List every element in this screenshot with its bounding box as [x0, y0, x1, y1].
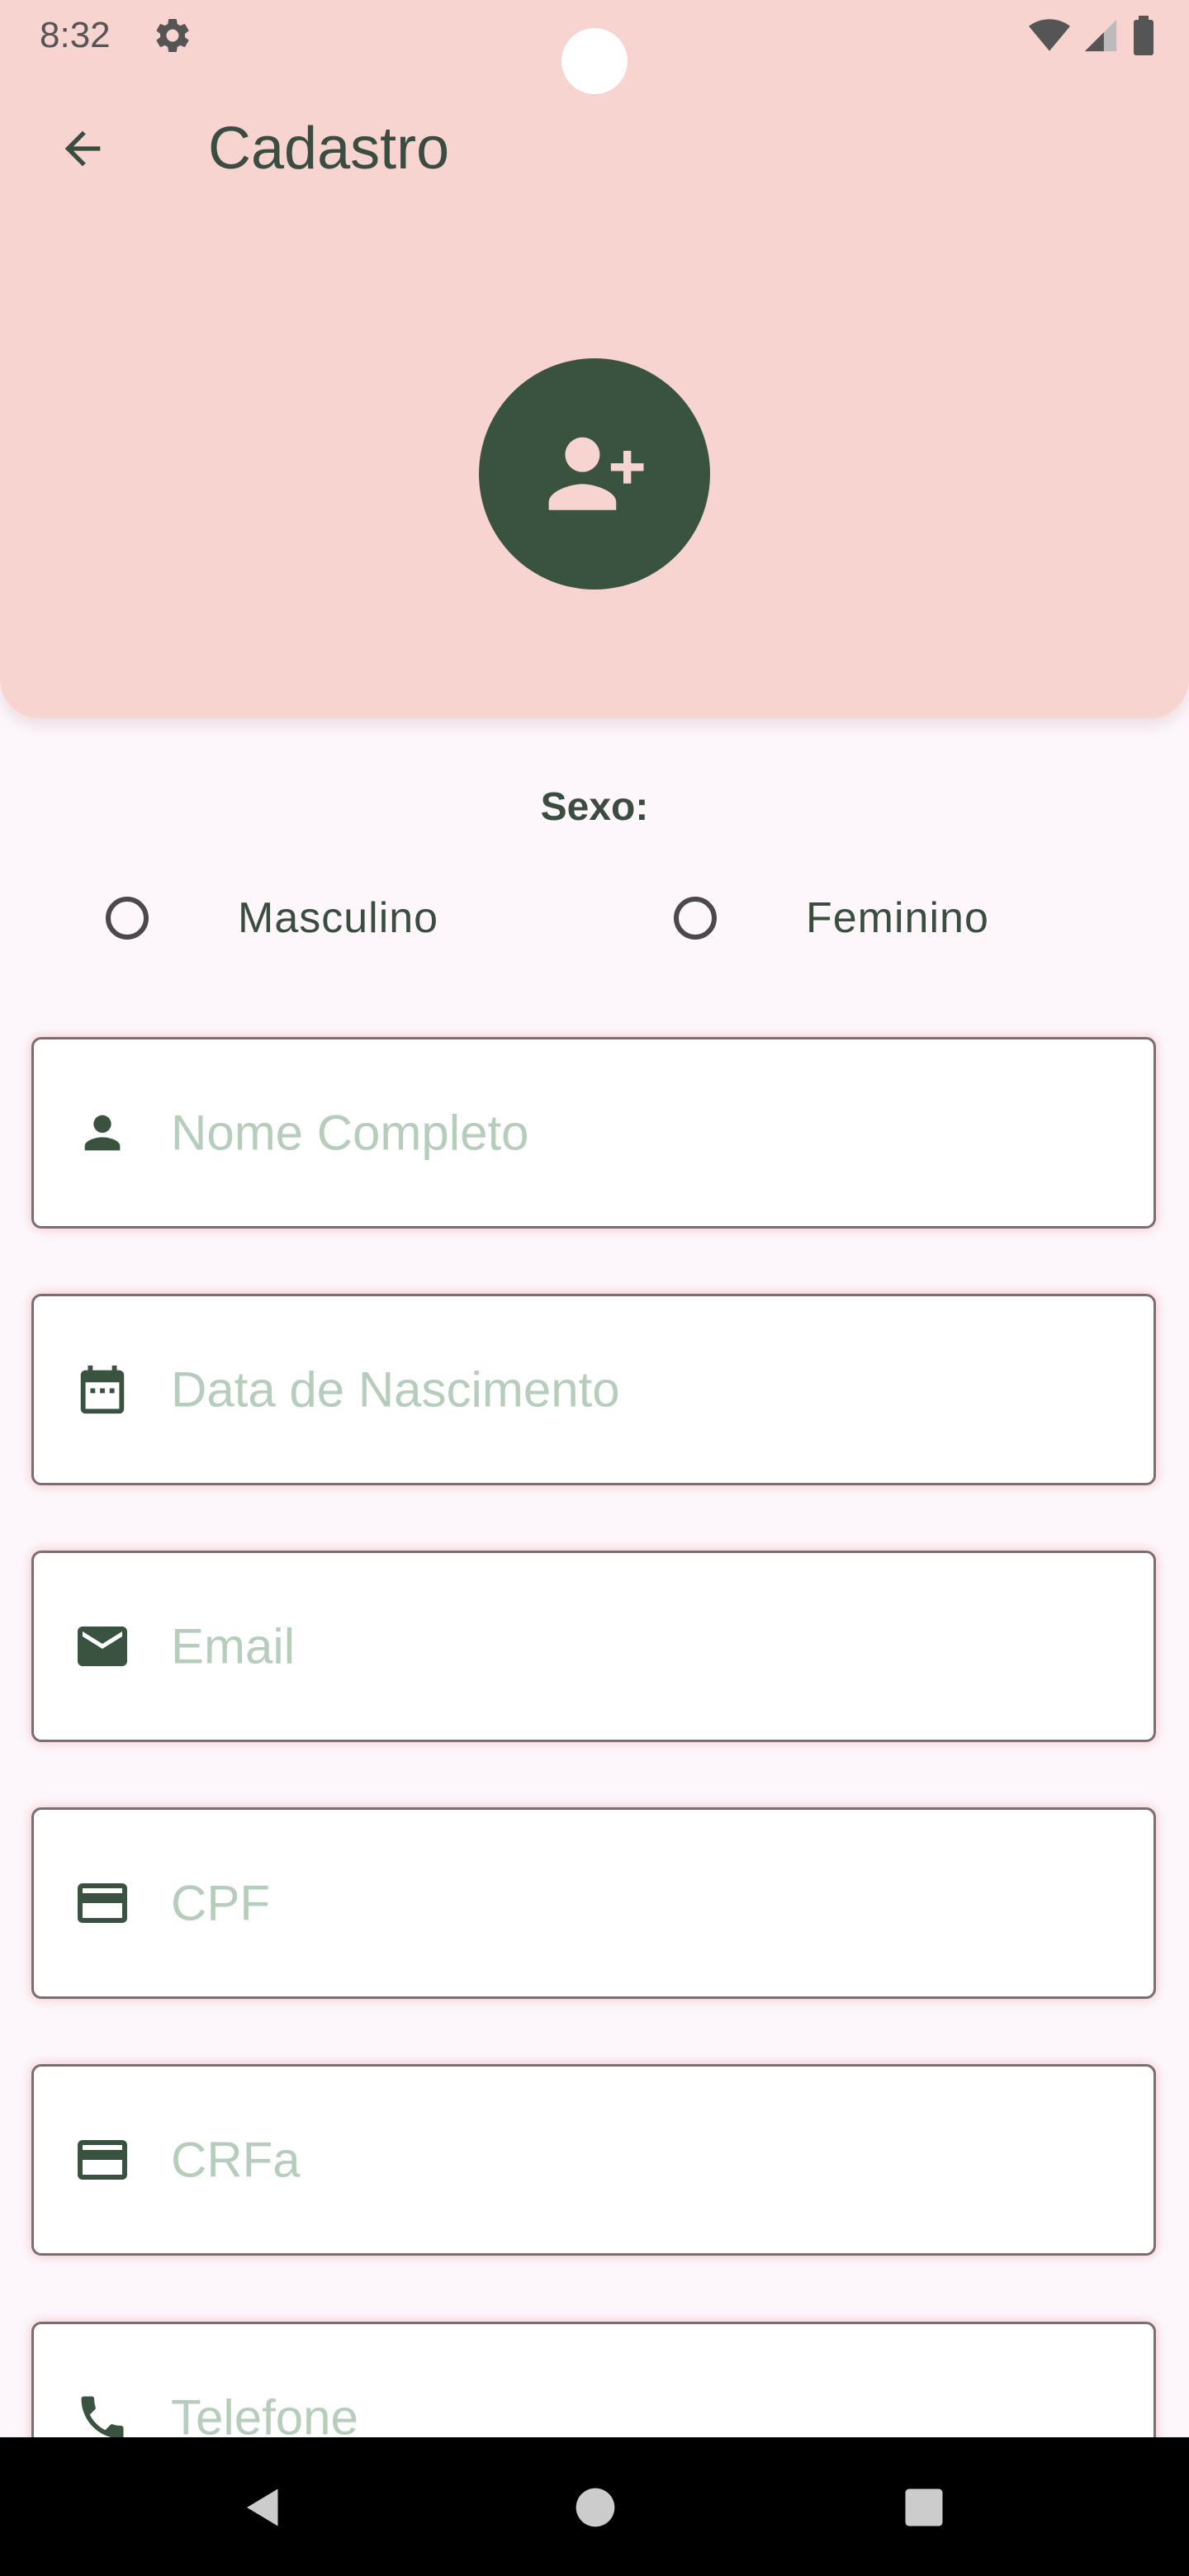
- arrow-back-icon: [64, 130, 101, 167]
- settings-gear-icon: [152, 15, 193, 56]
- email-icon: [72, 1616, 133, 1677]
- nav-recents-icon: [905, 2488, 943, 2526]
- data-nascimento-input[interactable]: [171, 1361, 1129, 1418]
- sexo-label: Sexo:: [540, 785, 649, 829]
- nome-completo-input[interactable]: [171, 1104, 1129, 1162]
- person-icon: [72, 1102, 133, 1163]
- nome-completo-field[interactable]: [31, 1037, 1156, 1229]
- radio-button-feminino[interactable]: [674, 897, 717, 940]
- nav-home-button[interactable]: [558, 2470, 632, 2545]
- status-time: 8:32: [40, 15, 111, 55]
- email-input[interactable]: [171, 1617, 1129, 1675]
- radio-option-masculino[interactable]: Masculino: [106, 893, 438, 943]
- card-icon: [72, 2129, 133, 2190]
- add-photo-button[interactable]: [479, 358, 710, 590]
- data-nascimento-field[interactable]: [31, 1294, 1156, 1485]
- nav-back-icon: [247, 2488, 278, 2526]
- crfa-input[interactable]: [171, 2131, 1129, 2189]
- radio-label-masculino: Masculino: [238, 894, 439, 942]
- back-button[interactable]: [50, 116, 116, 182]
- email-field[interactable]: [31, 1551, 1156, 1742]
- person-add-icon: [548, 437, 644, 510]
- wifi-icon: [1029, 19, 1070, 51]
- app-header: 8:32 Cadastro: [0, 0, 1189, 718]
- page-title: Cadastro: [208, 116, 450, 182]
- cpf-input[interactable]: [171, 1874, 1129, 1932]
- radio-label-feminino: Feminino: [806, 894, 989, 942]
- nav-home-icon: [576, 2488, 615, 2527]
- system-nav-bar: [0, 2437, 1189, 2576]
- radio-button-masculino[interactable]: [106, 897, 149, 940]
- nav-back-button[interactable]: [226, 2470, 301, 2545]
- cpf-field[interactable]: [31, 1807, 1156, 1999]
- camera-cutout: [561, 28, 628, 94]
- status-icons: [1029, 15, 1156, 56]
- nav-recents-button[interactable]: [887, 2470, 961, 2545]
- calendar-icon: [72, 1359, 133, 1420]
- crfa-field[interactable]: [31, 2064, 1156, 2256]
- signal-icon: [1084, 19, 1117, 52]
- radio-option-feminino[interactable]: Feminino: [674, 893, 989, 943]
- battery-icon: [1134, 16, 1153, 55]
- card-icon: [72, 1873, 133, 1934]
